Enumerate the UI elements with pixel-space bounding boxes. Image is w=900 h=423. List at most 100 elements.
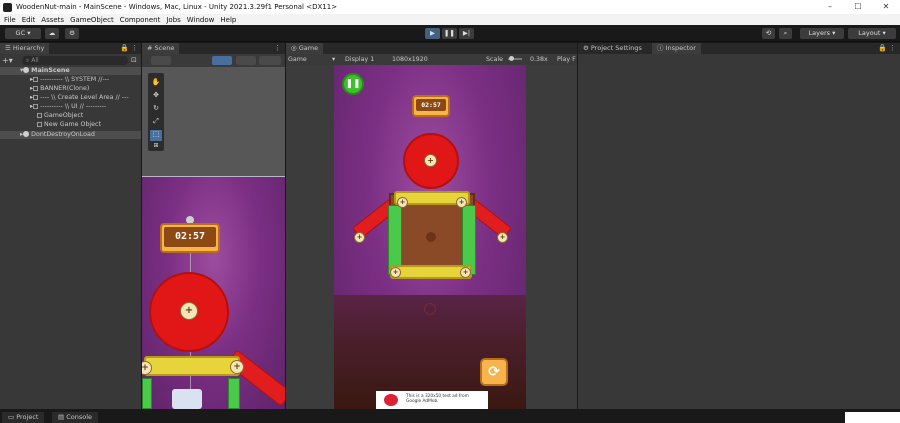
- layout-dropdown[interactable]: Layout ▾: [848, 28, 896, 39]
- grid-toggle-button[interactable]: [236, 56, 256, 65]
- menu-file[interactable]: File: [4, 16, 16, 24]
- play-focused-dropdown[interactable]: Play F: [557, 54, 576, 65]
- scene-center-nut: +: [180, 302, 198, 320]
- play-button[interactable]: ▶: [425, 28, 440, 39]
- menu-window[interactable]: Window: [187, 16, 215, 24]
- maximize-button[interactable]: ☐: [844, 0, 872, 14]
- gameobject-icon: [33, 85, 39, 91]
- restart-button[interactable]: ⟳: [480, 358, 508, 386]
- cloud-icon[interactable]: ☁: [45, 28, 59, 39]
- gameobject-icon: [33, 76, 39, 82]
- game-view-dropdown[interactable]: Game: [288, 54, 307, 65]
- lock-icon[interactable]: 🔒: [120, 43, 129, 54]
- move-tool-icon[interactable]: ✥: [150, 91, 162, 102]
- collab-icon[interactable]: ⚙: [65, 28, 79, 39]
- lock-icon[interactable]: 🔒: [878, 43, 887, 54]
- console-tab-label: Console: [66, 413, 93, 421]
- scene-timer-text: 02:57: [164, 227, 216, 247]
- console-icon: ▤: [58, 413, 67, 421]
- game-nut-left-arm: +: [354, 232, 365, 243]
- admob-test-banner[interactable]: This is a 320x50 test ad from Google AdM…: [376, 391, 488, 409]
- tab-inspector[interactable]: ⓘ Inspector: [652, 43, 701, 54]
- gameobject-icon: [37, 121, 42, 127]
- rect-tool-icon[interactable]: ⬚: [150, 130, 162, 141]
- resolution-dropdown[interactable]: 1080x1920: [392, 54, 428, 65]
- hierarchy-item-mainscene[interactable]: ▾ MainScene: [0, 67, 141, 75]
- scene-panel: # Scene ⋮ ✋ ✥ ↻ ⤢ ⬚ ⊞ 02:57 + + +: [142, 43, 285, 409]
- hierarchy-menu-icon[interactable]: ⋮: [131, 43, 138, 54]
- menu-help[interactable]: Help: [220, 16, 236, 24]
- hand-tool-icon[interactable]: ✋: [150, 78, 162, 89]
- hierarchy-item[interactable]: ▸ ---- \\ Create Level Area // ---: [0, 94, 141, 102]
- scene-menu-icon[interactable]: ⋮: [274, 43, 281, 54]
- layers-label: Layers: [808, 29, 831, 37]
- project-settings-tab-label: Project Settings: [590, 44, 642, 52]
- hierarchy-item-label: MainScene: [31, 67, 70, 74]
- scale-slider-handle[interactable]: [509, 56, 514, 61]
- scene-icon: [23, 131, 30, 137]
- menu-component[interactable]: Component: [120, 16, 161, 24]
- menu-edit[interactable]: Edit: [22, 16, 36, 24]
- hierarchy-item[interactable]: New Game Object: [0, 121, 141, 129]
- transform-tool-icon[interactable]: ⊞: [150, 142, 162, 150]
- account-button[interactable]: GC ▾: [5, 28, 41, 39]
- rotate-tool-icon[interactable]: ↻: [150, 104, 162, 115]
- crate-hole: [426, 232, 436, 242]
- add-icon[interactable]: +▾: [2, 56, 16, 65]
- folder-icon: ▭: [8, 413, 17, 421]
- draw-mode-dropdown[interactable]: [151, 56, 171, 65]
- hierarchy-item[interactable]: ▸ BANNER(Clone): [0, 85, 141, 93]
- close-button[interactable]: ✕: [872, 0, 900, 14]
- layout-label: Layout: [858, 29, 881, 37]
- game-toolbar: Game ▾ Display 1 1080x1920 Scale 0.38x P…: [286, 54, 577, 65]
- display-dropdown[interactable]: Display 1: [345, 54, 374, 65]
- game-nut-top-right: +: [456, 197, 467, 208]
- hierarchy-item[interactable]: ▸ ---------- \\ SYSTEM //---: [0, 76, 141, 84]
- menu-bar: File Edit Assets GameObject Component Jo…: [0, 14, 900, 25]
- menu-gameobject[interactable]: GameObject: [70, 16, 114, 24]
- game-nut-right-arm: +: [497, 232, 508, 243]
- history-icon[interactable]: ⟲: [762, 28, 775, 39]
- gizmo-toggle-button[interactable]: [212, 56, 232, 65]
- empty-nut-slot: [424, 303, 436, 315]
- layers-dropdown[interactable]: Layers ▾: [800, 28, 844, 39]
- hierarchy-item[interactable]: ▸ ---------- \\ UI // ---------: [0, 103, 141, 111]
- inspector-menu-icon[interactable]: ⋮: [889, 43, 896, 54]
- ad-text: This is a 320x50 test ad from Google AdM…: [406, 394, 469, 404]
- search-icon[interactable]: ⌕: [779, 28, 792, 39]
- hierarchy-item-dontdestroyonload[interactable]: ▸ DontDestroyOnLoad: [0, 131, 141, 139]
- game-viewport[interactable]: ❚❚ 02:57 + + + + + + + ⟳ This is a 320x5…: [334, 65, 526, 409]
- menu-assets[interactable]: Assets: [41, 16, 64, 24]
- hierarchy-icon: ☰: [5, 44, 13, 52]
- pause-button[interactable]: ❚❚: [442, 28, 457, 39]
- tab-game[interactable]: ◎ Game: [286, 43, 324, 54]
- step-button[interactable]: ▶|: [459, 28, 474, 39]
- scene-canvas[interactable]: 02:57 + + +: [142, 176, 285, 409]
- title-bar: WoodenNut-main - MainScene - Windows, Ma…: [0, 0, 900, 14]
- scene-left-green-post: [142, 378, 152, 409]
- game-panel: ◎ Game Game ▾ Display 1 1080x1920 Scale …: [286, 43, 577, 409]
- scene-tools-dropdown[interactable]: [259, 56, 281, 65]
- filter-icon[interactable]: ⊡: [131, 56, 139, 65]
- tab-hierarchy[interactable]: ☰ Hierarchy: [0, 43, 50, 54]
- game-tabbar: ◎ Game: [286, 43, 577, 54]
- inspector-tabbar: ⚙ Project Settings ⓘ Inspector 🔒 ⋮: [578, 43, 900, 54]
- menu-jobs[interactable]: Jobs: [166, 16, 180, 24]
- minimize-button[interactable]: –: [816, 0, 844, 14]
- tab-project[interactable]: ▭ Project: [2, 412, 45, 423]
- game-timer-text: 02:57: [416, 99, 446, 111]
- tab-scene[interactable]: # Scene: [142, 43, 180, 54]
- tab-project-settings[interactable]: ⚙ Project Settings: [578, 43, 647, 54]
- hierarchy-item[interactable]: GameObject: [0, 112, 141, 120]
- pause-game-button[interactable]: ❚❚: [342, 73, 364, 95]
- hierarchy-search-input[interactable]: ⌕ All: [22, 56, 128, 65]
- hierarchy-item-label: ---------- \\ UI // ---------: [40, 103, 107, 110]
- scale-tool-icon[interactable]: ⤢: [150, 117, 162, 128]
- gameobject-icon: [33, 94, 39, 100]
- hierarchy-item-label: BANNER(Clone): [40, 85, 90, 92]
- tab-console[interactable]: ▤ Console: [52, 412, 99, 423]
- scale-value: 0.38x: [530, 56, 548, 63]
- ad-logo-icon: [384, 394, 398, 406]
- game-tab-label: Game: [298, 44, 319, 52]
- game-timer-badge: 02:57: [412, 95, 450, 117]
